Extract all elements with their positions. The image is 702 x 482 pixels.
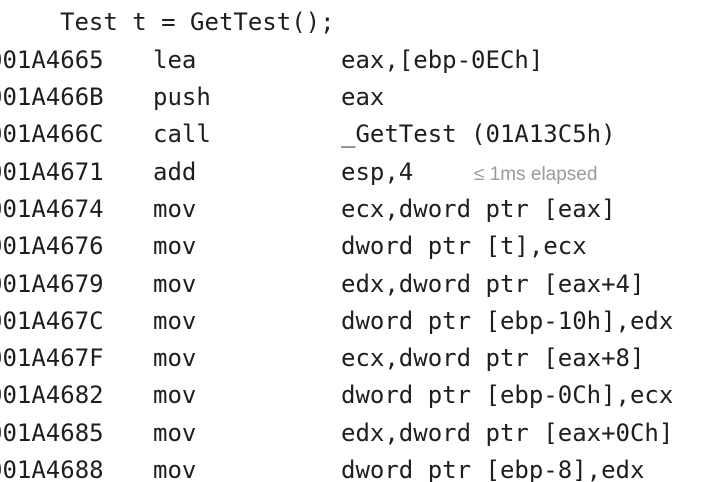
instruction-operands: edx,dword ptr [eax+4] [341, 270, 645, 298]
instruction-mnemonic: mov [153, 270, 197, 298]
instruction-operands: dword ptr [ebp-0Ch],ecx [341, 381, 674, 409]
instruction-row[interactable]: 001A4679 mov edx,dword ptr [eax+4] [0, 266, 702, 303]
source-code-line[interactable]: Test t = GetTest(); [60, 4, 335, 41]
instruction-address: 001A4688 [0, 456, 104, 482]
disassembly-view: Test t = GetTest(); 001A4665 lea eax,[eb… [0, 0, 702, 482]
instruction-row[interactable]: 001A4676 mov dword ptr [t],ecx [0, 228, 702, 265]
instruction-row[interactable]: 001A4682 mov dword ptr [ebp-0Ch],ecx [0, 377, 702, 414]
instruction-address: 001A4671 [0, 158, 104, 186]
instruction-mnemonic: add [153, 158, 197, 186]
instruction-address: 001A467C [0, 307, 104, 335]
instruction-address: 001A4665 [0, 46, 104, 74]
instruction-mnemonic: mov [153, 456, 197, 482]
instruction-row[interactable]: 001A4665 lea eax,[ebp-0ECh] [0, 42, 702, 79]
instruction-row[interactable]: 001A4674 mov ecx,dword ptr [eax] [0, 191, 702, 228]
instruction-address: 001A4682 [0, 381, 104, 409]
instruction-row[interactable]: 001A4688 mov dword ptr [ebp-8],edx [0, 452, 702, 482]
instruction-address: 001A4679 [0, 270, 104, 298]
instruction-operands: ecx,dword ptr [eax] [341, 195, 616, 223]
instruction-address: 001A4676 [0, 232, 104, 260]
instruction-address: 001A4674 [0, 195, 104, 223]
perf-tip-elapsed[interactable]: ≤ 1ms elapsed [474, 156, 597, 193]
instruction-operands: dword ptr [ebp-10h],edx [341, 307, 674, 335]
instruction-operands: esp,4 [341, 158, 414, 186]
instruction-mnemonic: mov [153, 419, 197, 447]
instruction-mnemonic: mov [153, 307, 197, 335]
instruction-mnemonic: mov [153, 195, 197, 223]
instruction-row[interactable]: 001A4671 add esp,4 ≤ 1ms elapsed [0, 154, 702, 191]
instruction-operands: edx,dword ptr [eax+0Ch] [341, 419, 674, 447]
instruction-operands: eax,[ebp-0ECh] [341, 46, 544, 74]
instruction-operands: dword ptr [t],ecx [341, 232, 587, 260]
instruction-row[interactable]: 001A466B push eax [0, 79, 702, 116]
instruction-mnemonic: call [153, 120, 211, 148]
instruction-operands: eax [341, 83, 385, 111]
instruction-row[interactable]: 001A467C mov dword ptr [ebp-10h],edx [0, 303, 702, 340]
instruction-row[interactable]: 001A4685 mov edx,dword ptr [eax+0Ch] [0, 415, 702, 452]
instruction-address: 001A466B [0, 83, 104, 111]
instruction-operands: dword ptr [ebp-8],edx [341, 456, 645, 482]
instruction-mnemonic: mov [153, 381, 197, 409]
instruction-mnemonic: lea [153, 46, 197, 74]
instruction-row[interactable]: 001A466C call _GetTest (01A13C5h) [0, 116, 702, 153]
instruction-mnemonic: mov [153, 344, 197, 372]
instruction-operands: _GetTest (01A13C5h) [341, 120, 616, 148]
instruction-mnemonic: push [153, 83, 211, 111]
instruction-mnemonic: mov [153, 232, 197, 260]
instruction-row[interactable]: 001A467F mov ecx,dword ptr [eax+8] [0, 340, 702, 377]
instruction-address: 001A466C [0, 120, 104, 148]
instruction-address: 001A4685 [0, 419, 104, 447]
instruction-address: 001A467F [0, 344, 104, 372]
instruction-operands: ecx,dword ptr [eax+8] [341, 344, 645, 372]
